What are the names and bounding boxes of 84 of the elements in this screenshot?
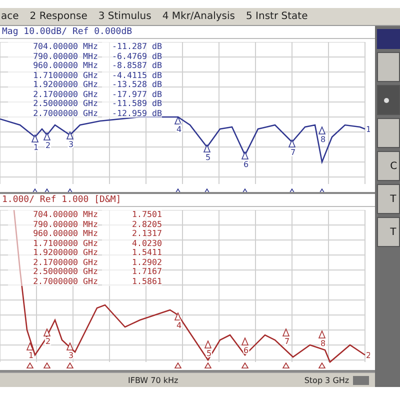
marker-icon[interactable] — [203, 144, 211, 152]
frequency-cell: 1.9200000 GHz — [8, 80, 98, 90]
frequency-cell: 2.7000000 GHz — [8, 276, 98, 286]
value-cell: 1.5411 — [102, 248, 162, 258]
trace-end-label: 1 — [366, 125, 370, 134]
status-indicator — [353, 376, 370, 384]
marker-label: 4 — [176, 125, 182, 134]
marker-icon[interactable] — [43, 328, 51, 336]
trace-header: Mag 10.00dB/ Ref 0.000dB — [0, 26, 376, 39]
marker-position-icon — [26, 362, 34, 368]
marker-position-icon — [282, 362, 290, 368]
marker-position-icon — [204, 362, 212, 368]
trace-end-label: 2 — [366, 351, 370, 360]
marker-label: 1 — [28, 351, 34, 360]
value-cell: -13.528 dB — [102, 80, 162, 90]
value-cell: 2.8205 — [102, 220, 162, 229]
marker-label: 4 — [176, 321, 182, 330]
softkey-button[interactable]: T — [377, 184, 400, 214]
marker-icon[interactable] — [282, 328, 290, 336]
trace-header: 1.000/ Ref 1.000 [D&M] — [0, 194, 376, 207]
bandwidth-label: IFBW 70 kHz — [128, 376, 178, 384]
marker-icon[interactable] — [26, 342, 34, 350]
menu-item[interactable]: 4 Mkr/Analysis — [161, 11, 236, 22]
value-cell: -6.4769 dB — [102, 52, 162, 61]
radio-icon — [384, 98, 390, 102]
softkey-button[interactable] — [377, 85, 400, 115]
marker-icon[interactable] — [241, 336, 249, 346]
marker-label: 7 — [284, 337, 290, 346]
softkey-button[interactable]: T — [377, 217, 400, 247]
marker-label: 6 — [243, 346, 249, 355]
marker-label: 5 — [206, 349, 212, 358]
frequency-cell: 790.00000 MHz — [8, 220, 98, 229]
frequency-cell: 2.5000000 GHz — [8, 267, 98, 276]
frequency-cell: 1.7100000 GHz — [8, 238, 98, 248]
stop-label: Stop 3 GHz — [304, 376, 350, 384]
softkey-button[interactable] — [377, 118, 400, 148]
marker-icon[interactable] — [241, 150, 249, 160]
marker-label: 2 — [45, 141, 51, 150]
marker-icon[interactable] — [66, 342, 74, 350]
marker-label: 8 — [320, 339, 326, 348]
marker-label: 3 — [68, 351, 74, 360]
marker-position-icon — [241, 362, 249, 368]
marker-icon[interactable] — [318, 330, 326, 338]
frequency-cell: 2.7000000 GHz — [8, 108, 98, 118]
menu-item[interactable]: ace — [0, 11, 20, 22]
marker-position-icon — [174, 362, 182, 368]
menu-item[interactable]: 5 Instr State — [245, 11, 309, 22]
marker-icon[interactable] — [204, 340, 212, 348]
value-cell: 4.0230 — [102, 238, 162, 248]
marker-label: 3 — [68, 140, 74, 149]
softkey-button[interactable] — [377, 52, 400, 82]
marker-position-icon — [318, 362, 326, 368]
marker-icon[interactable] — [66, 130, 74, 140]
softkey-header — [377, 29, 400, 49]
marker-icon[interactable] — [288, 138, 296, 148]
value-cell: 1.5861 — [102, 276, 162, 286]
marker-label: 2 — [45, 337, 51, 346]
value-cell: 1.7501 — [102, 210, 162, 220]
value-cell: -4.4115 dB — [102, 70, 162, 80]
marker-label: 6 — [243, 160, 249, 169]
marker-position-icon — [43, 362, 51, 368]
menu-item[interactable]: 3 Stimulus — [97, 11, 152, 22]
marker-icon[interactable] — [43, 132, 51, 140]
softkey-button[interactable]: C — [377, 151, 400, 181]
marker-icon[interactable] — [31, 134, 39, 142]
value-cell: -11.589 dB — [102, 99, 162, 108]
marker-label: 5 — [205, 153, 211, 162]
marker-label: 1 — [33, 143, 39, 152]
frequency-cell: 790.00000 MHz — [8, 52, 98, 61]
marker-icon[interactable] — [174, 312, 182, 320]
value-cell: -12.959 dB — [102, 108, 162, 118]
frequency-cell: 1.7100000 GHz — [8, 70, 98, 80]
marker-label: 7 — [290, 148, 296, 157]
value-cell: -11.287 dB — [102, 42, 162, 52]
frequency-cell: 704.00000 MHz — [8, 210, 98, 220]
marker-icon[interactable] — [318, 126, 326, 134]
marker-icon[interactable] — [174, 116, 182, 124]
value-cell: 1.7167 — [102, 267, 162, 276]
marker-label: 8 — [320, 135, 326, 144]
frequency-cell: 704.00000 MHz — [8, 42, 98, 52]
frequency-cell: 1.9200000 GHz — [8, 248, 98, 258]
frequency-cell: 2.5000000 GHz — [8, 99, 98, 108]
marker-position-icon — [66, 362, 74, 368]
menu-item[interactable]: 2 Response — [28, 11, 88, 22]
